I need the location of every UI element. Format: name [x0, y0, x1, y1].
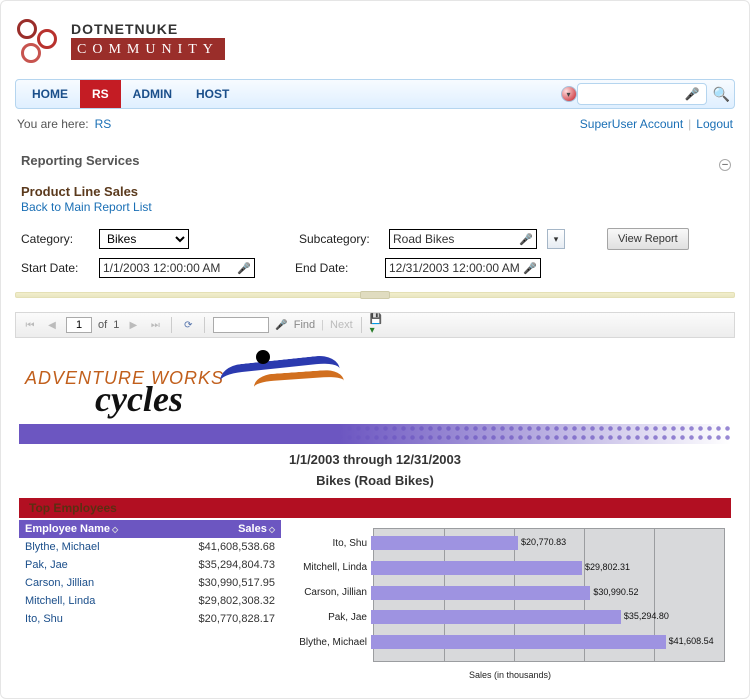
subcategory-label: Subcategory: [299, 232, 379, 246]
emp-name[interactable]: Pak, Jae [19, 556, 181, 574]
start-date-input[interactable]: 1/1/2003 12:00:00 AM 🎤 [99, 258, 255, 278]
page-of-label: of [98, 319, 107, 331]
view-report-button[interactable]: View Report [607, 228, 689, 250]
search-scope-dropdown[interactable]: ▾ [561, 86, 577, 102]
top-employees-header: Top Employees [19, 498, 731, 518]
category-select[interactable]: Bikes [99, 229, 189, 249]
emp-sales: $41,608,538.68 [181, 538, 281, 556]
search-icon[interactable]: 🔍 [713, 86, 730, 103]
mic-icon: 🎤 [519, 233, 533, 246]
export-button[interactable]: 💾▾ [370, 317, 386, 333]
table-row: Ito, Shu$20,770,828.17 [19, 610, 281, 628]
subcategory-select[interactable]: Road Bikes 🎤 [389, 229, 537, 249]
last-page-button[interactable]: ⏭ [147, 317, 163, 333]
chart-bar-value: $20,770.83 [521, 537, 566, 547]
site-logo: DOTNETNUKE COMMUNITY [15, 11, 735, 79]
back-to-list-link[interactable]: Back to Main Report List [21, 200, 735, 214]
start-date-value: 1/1/2003 12:00:00 AM [103, 261, 220, 275]
end-date-label: End Date: [295, 261, 375, 275]
chart-bar [371, 635, 666, 649]
emp-sales: $20,770,828.17 [181, 610, 281, 628]
page-number-input[interactable] [66, 317, 92, 333]
logo-icon [15, 15, 65, 65]
report-body: Adventure Works cycles 1/1/2003 through … [15, 338, 735, 678]
report-date-range: 1/1/2003 through 12/31/2003 [19, 452, 731, 467]
emp-name[interactable]: Carson, Jillian [19, 574, 181, 592]
chart-bar [371, 610, 621, 624]
next-page-button[interactable]: ▶ [125, 317, 141, 333]
aw-logo-text2: cycles [95, 387, 224, 412]
refresh-button[interactable]: ⟳ [180, 317, 196, 333]
chart-bar-value: $41,608.54 [669, 636, 714, 646]
chart-bar [371, 561, 582, 575]
table-row: Blythe, Michael$41,608,538.68 [19, 538, 281, 556]
separator: | [688, 117, 691, 131]
mic-icon[interactable]: 🎤 [685, 87, 700, 101]
emp-sales: $35,294,804.73 [181, 556, 281, 574]
nav-admin[interactable]: ADMIN [121, 80, 184, 108]
report-title: Product Line Sales [21, 184, 735, 199]
logo-text-bottom: COMMUNITY [71, 40, 225, 60]
aw-logo-graphic [230, 352, 340, 412]
module-title: Reporting Services [21, 153, 140, 168]
nav-host[interactable]: HOST [184, 80, 241, 108]
emp-sales: $30,990,517.95 [181, 574, 281, 592]
chart-bar [371, 536, 518, 550]
subcategory-value: Road Bikes [393, 232, 454, 246]
emp-name[interactable]: Ito, Shu [19, 610, 181, 628]
decorative-band [19, 424, 731, 444]
first-page-button[interactable]: ⏮ [22, 317, 38, 333]
logout-link[interactable]: Logout [696, 117, 733, 131]
employee-table: Employee Name◇ Sales◇ Blythe, Michael$41… [19, 520, 281, 628]
find-link[interactable]: Find [294, 319, 315, 331]
splitter-handle[interactable] [360, 291, 390, 299]
category-label: Category: [21, 232, 89, 246]
emp-name[interactable]: Mitchell, Linda [19, 592, 181, 610]
mic-icon: 🎤 [275, 320, 287, 331]
table-row: Mitchell, Linda$29,802,308.32 [19, 592, 281, 610]
mic-icon: 🎤 [523, 262, 537, 275]
account-link[interactable]: SuperUser Account [580, 117, 683, 131]
nav-rs[interactable]: RS [80, 80, 121, 108]
logo-text-top: DOTNETNUKE [71, 21, 225, 40]
chart-bar-value: $29,802.31 [585, 562, 630, 572]
chart-bar-label: Carson, Jillian [289, 587, 371, 598]
find-input[interactable] [213, 317, 269, 333]
prev-page-button[interactable]: ◀ [44, 317, 60, 333]
site-search[interactable]: 🎤 [577, 83, 707, 105]
chart-x-label: Sales (in thousands) [469, 670, 551, 680]
main-nav: HOME RS ADMIN HOST ▾ 🎤 🔍 [15, 79, 735, 109]
report-toolbar: ⏮ ◀ of 1 ▶ ⏭ ⟳ 🎤 Find | Next 💾▾ [15, 312, 735, 338]
end-date-value: 12/31/2003 12:00:00 AM [389, 261, 520, 275]
breadcrumb-current[interactable]: RS [95, 117, 112, 131]
nav-home[interactable]: HOME [20, 80, 80, 108]
table-row: Pak, Jae$35,294,804.73 [19, 556, 281, 574]
breadcrumb-label: You are here: [17, 117, 89, 131]
col-sales[interactable]: Sales◇ [181, 520, 281, 538]
sales-chart: Ito, Shu $20,770.83 Mitchell, Linda $29,802… [289, 528, 731, 678]
emp-name[interactable]: Blythe, Michael [19, 538, 181, 556]
chart-bar-label: Mitchell, Linda [289, 562, 371, 573]
emp-sales: $29,802,308.32 [181, 592, 281, 610]
report-subtitle: Bikes (Road Bikes) [19, 473, 731, 488]
chart-bar-value: $30,990.52 [593, 587, 638, 597]
find-next-link[interactable]: Next [330, 319, 353, 331]
start-date-label: Start Date: [21, 261, 89, 275]
subcategory-dropdown-button[interactable]: ▾ [547, 229, 565, 249]
collapse-icon[interactable]: – [719, 159, 731, 171]
chart-bar-label: Blythe, Michael [289, 637, 371, 648]
sort-icon[interactable]: ◇ [269, 525, 275, 534]
table-row: Carson, Jillian$30,990,517.95 [19, 574, 281, 592]
chart-bar-label: Pak, Jae [289, 612, 371, 623]
end-date-input[interactable]: 12/31/2003 12:00:00 AM 🎤 [385, 258, 541, 278]
chart-bar [371, 586, 590, 600]
sort-icon[interactable]: ◇ [112, 525, 118, 534]
mic-icon: 🎤 [237, 262, 251, 275]
chart-bar-label: Ito, Shu [289, 538, 371, 549]
page-total: 1 [113, 319, 119, 331]
col-employee[interactable]: Employee Name◇ [19, 520, 181, 538]
chart-bar-value: $35,294.80 [624, 611, 669, 621]
